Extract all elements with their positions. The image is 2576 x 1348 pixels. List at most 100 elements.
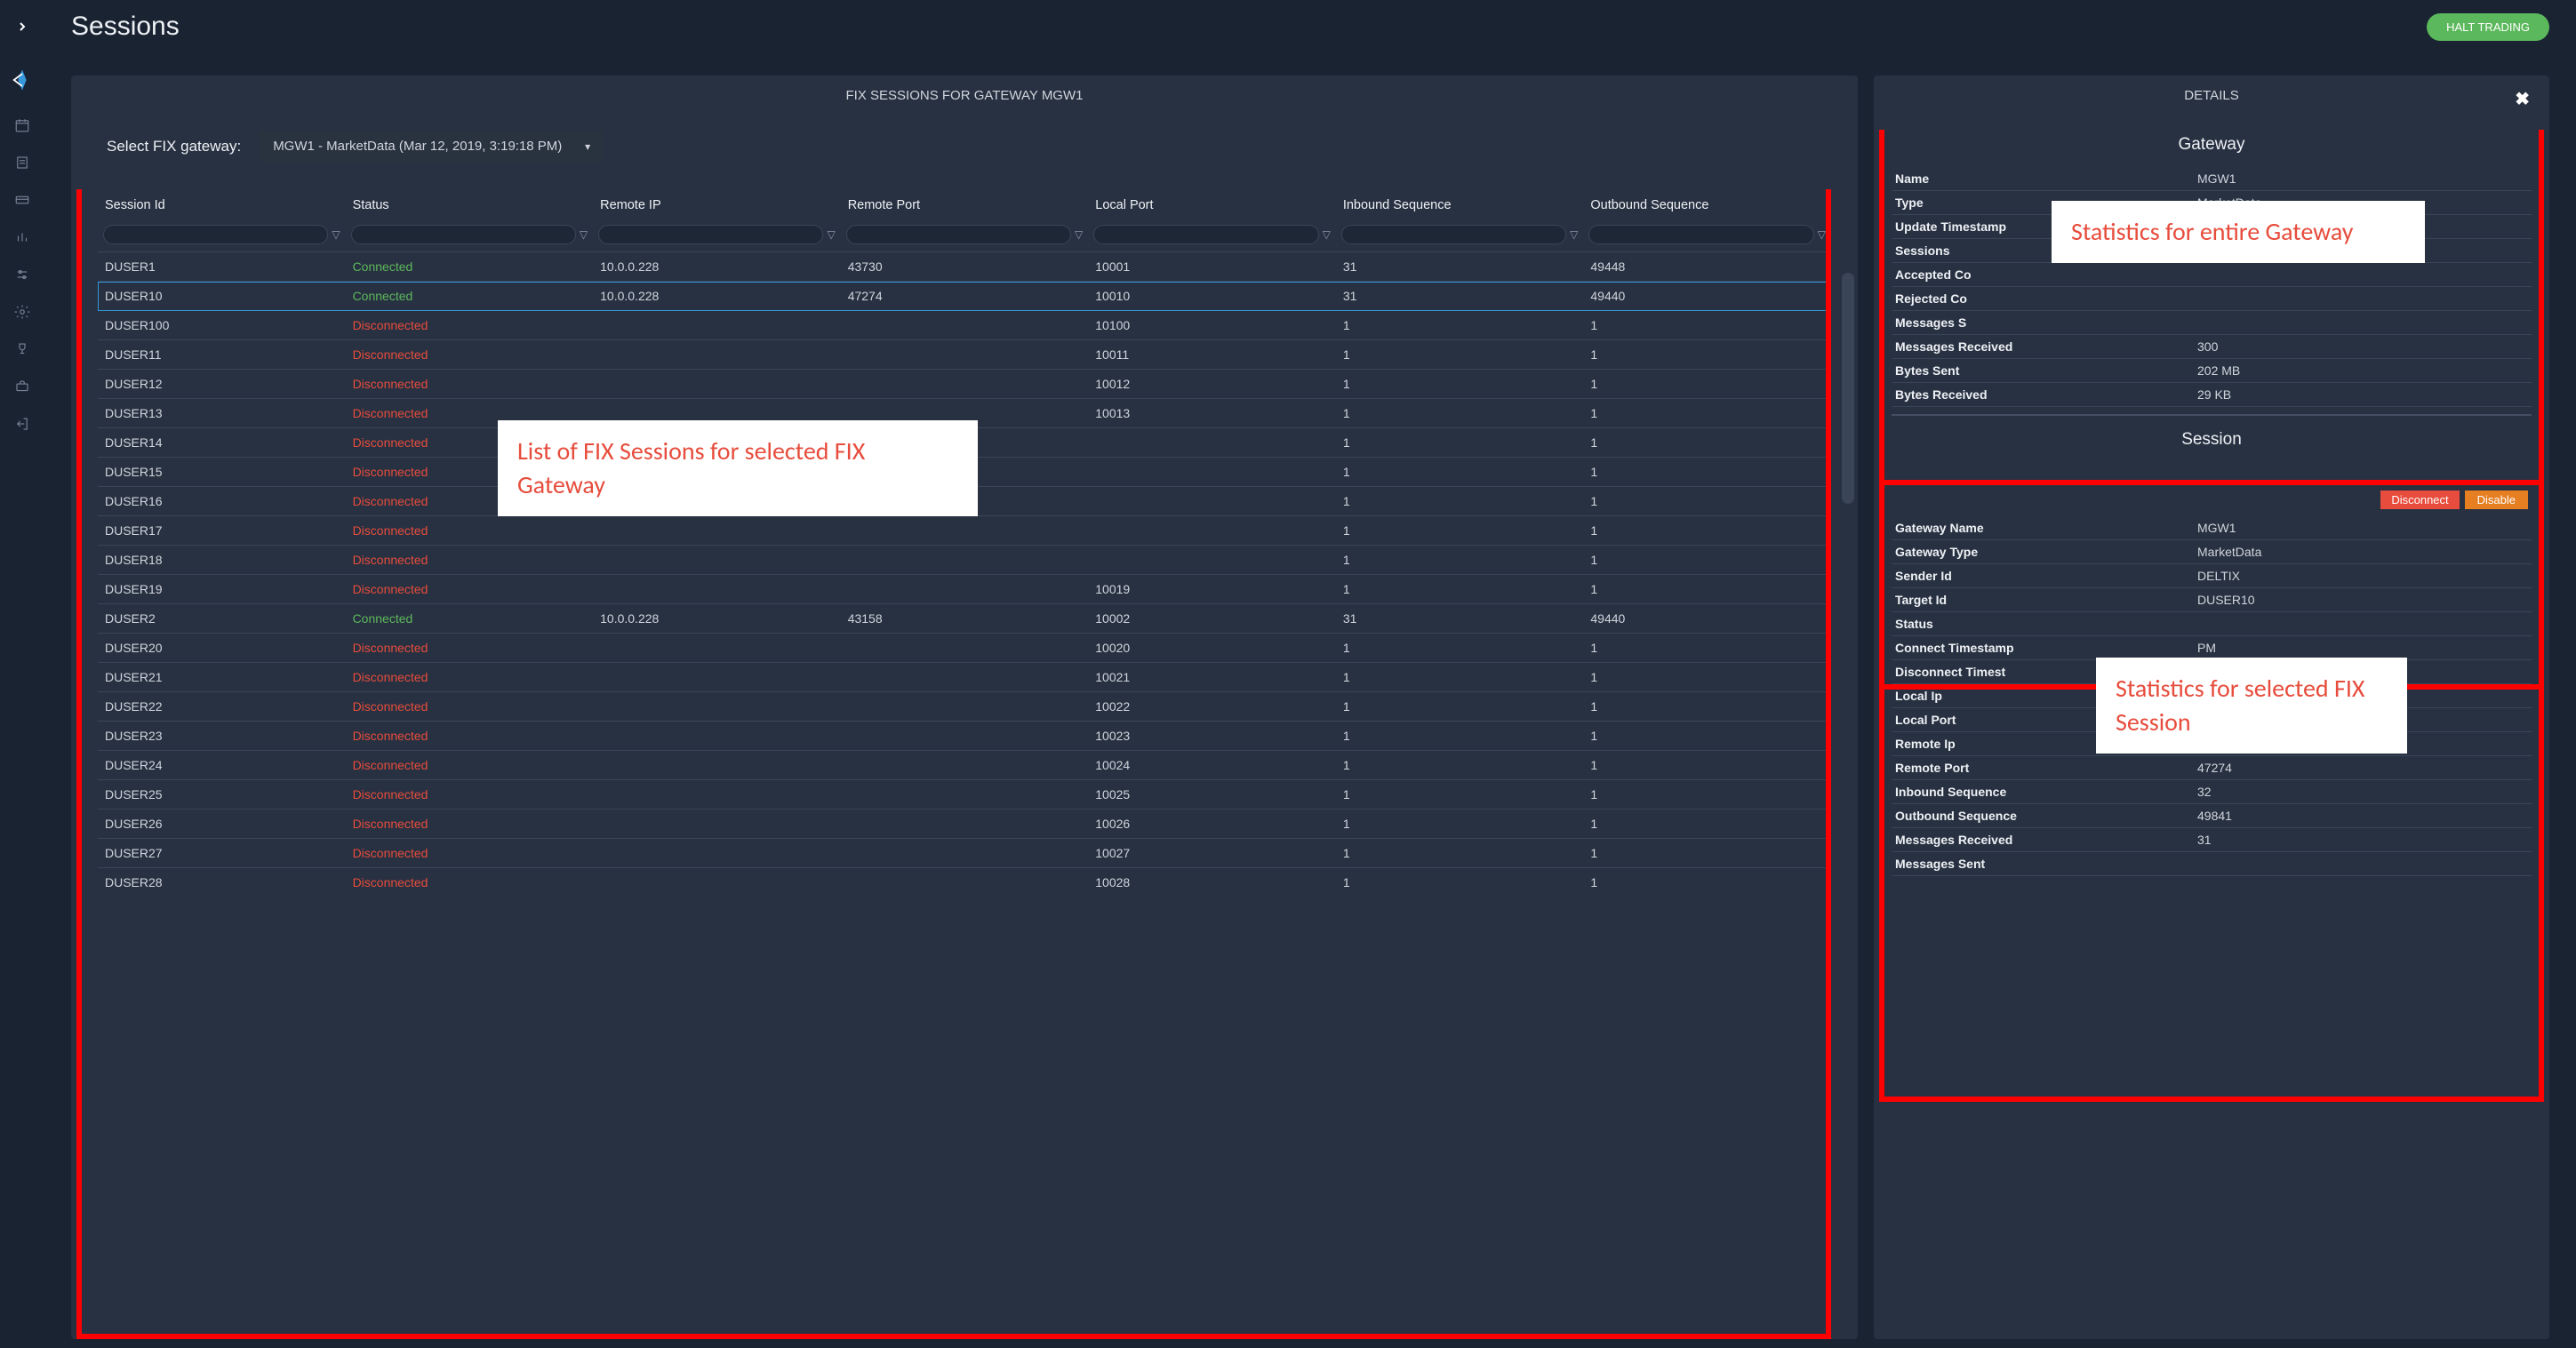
detail-value [2197,617,2528,631]
table-row[interactable]: DUSER24Disconnected1002411 [98,751,1831,780]
filter-icon[interactable]: ▽ [1323,228,1331,241]
table-row[interactable]: DUSER18Disconnected11 [98,546,1831,575]
table-row[interactable]: DUSER25Disconnected1002511 [98,780,1831,810]
table-cell: DUSER22 [98,692,346,722]
detail-key: Messages S [1895,315,2197,330]
table-row[interactable]: DUSER19Disconnected1001911 [98,575,1831,604]
table-cell: 1 [1583,751,1831,780]
filter-icon[interactable]: ▽ [1570,228,1578,241]
table-row[interactable]: DUSER2Connected10.0.0.228431581000231494… [98,604,1831,634]
table-cell: Disconnected [346,839,594,868]
table-row[interactable]: DUSER1Connected10.0.0.228437301000131494… [98,252,1831,282]
table-cell: DUSER17 [98,516,346,546]
table-cell: 43730 [841,252,1089,282]
table-row[interactable]: DUSER26Disconnected1002611 [98,810,1831,839]
filter-icon[interactable]: ▽ [580,228,588,241]
table-cell: DUSER2 [98,604,346,634]
table-cell: DUSER12 [98,370,346,399]
nav-chart-icon[interactable] [0,219,44,256]
table-cell: 10013 [1088,399,1336,428]
table-cell: Disconnected [346,516,594,546]
table-row[interactable]: DUSER17Disconnected11 [98,516,1831,546]
column-header[interactable]: Session Id [98,189,346,221]
column-filter-input[interactable] [1588,225,1813,244]
disable-button[interactable]: Disable [2465,491,2528,509]
detail-row: Gateway TypeMarketData [1892,540,2532,564]
table-cell: 10.0.0.228 [593,282,841,311]
table-cell: Disconnected [346,810,594,839]
detail-key: Target Id [1895,593,2197,607]
detail-row: Messages Sent [1892,852,2532,876]
table-cell: Connected [346,604,594,634]
table-cell: 10021 [1088,663,1336,692]
detail-value: PM [2197,641,2528,655]
table-cell: 31 [1336,252,1584,282]
detail-value: 31 [2197,833,2528,847]
detail-value: DELTIX [2197,569,2528,583]
table-row[interactable]: DUSER10Connected10.0.0.22847274100103149… [98,282,1831,311]
column-filter-input[interactable] [598,225,823,244]
table-row[interactable]: DUSER28Disconnected1002811 [98,868,1831,897]
detail-value [2197,315,2528,330]
table-cell: DUSER1 [98,252,346,282]
filter-icon[interactable]: ▽ [1818,228,1826,241]
filter-icon[interactable]: ▽ [827,228,835,241]
halt-trading-button[interactable]: HALT TRADING [2427,13,2549,41]
table-row[interactable]: DUSER100Disconnected1010011 [98,311,1831,340]
table-scrollbar[interactable] [1842,273,1854,504]
gateway-select[interactable]: MGW1 - MarketData (Mar 12, 2019, 3:19:18… [259,130,603,163]
disconnect-button[interactable]: Disconnect [2380,491,2459,509]
table-cell [593,546,841,575]
table-cell: 10019 [1088,575,1336,604]
detail-value: DUSER10 [2197,593,2528,607]
column-header[interactable]: Outbound Sequence [1583,189,1831,221]
detail-value: 202 MB [2197,363,2528,378]
table-cell: 1 [1583,868,1831,897]
column-header[interactable]: Local Port [1088,189,1336,221]
table-cell: 10024 [1088,751,1336,780]
nav-logout-icon[interactable] [0,405,44,443]
table-cell [593,722,841,751]
table-row[interactable]: DUSER27Disconnected1002711 [98,839,1831,868]
column-filter-input[interactable] [103,225,328,244]
close-icon[interactable]: ✖ [2515,88,2530,110]
nav-card-icon[interactable] [0,181,44,219]
nav-trophy-icon[interactable] [0,331,44,368]
table-row[interactable]: DUSER21Disconnected1002111 [98,663,1831,692]
table-row[interactable]: DUSER22Disconnected1002211 [98,692,1831,722]
table-cell: 1 [1583,399,1831,428]
column-filter-input[interactable] [846,225,1071,244]
table-cell: 10.0.0.228 [593,252,841,282]
nav-briefcase-icon[interactable] [0,368,44,405]
table-row[interactable]: DUSER23Disconnected1002311 [98,722,1831,751]
nav-gear-icon[interactable] [0,293,44,331]
column-filter-input[interactable] [1093,225,1318,244]
table-row[interactable]: DUSER11Disconnected1001111 [98,340,1831,370]
detail-key: Outbound Sequence [1895,809,2197,823]
column-filter-input[interactable] [1341,225,1566,244]
table-cell: 1 [1336,722,1584,751]
table-cell: DUSER24 [98,751,346,780]
sidebar-toggle[interactable] [0,0,44,53]
table-cell: DUSER10 [98,282,346,311]
table-cell [593,663,841,692]
filter-icon[interactable]: ▽ [1075,228,1083,241]
column-filter-input[interactable] [351,225,576,244]
detail-key: Messages Sent [1895,857,2197,871]
column-header[interactable]: Remote IP [593,189,841,221]
table-cell [593,370,841,399]
column-header[interactable]: Inbound Sequence [1336,189,1584,221]
table-cell: Disconnected [346,311,594,340]
column-header[interactable]: Remote Port [841,189,1089,221]
nav-sliders-icon[interactable] [0,256,44,293]
column-header[interactable]: Status [346,189,594,221]
detail-value [2197,267,2528,282]
table-cell: 1 [1336,428,1584,458]
nav-document-icon[interactable] [0,144,44,181]
table-row[interactable]: DUSER20Disconnected1002011 [98,634,1831,663]
table-row[interactable]: DUSER12Disconnected1001211 [98,370,1831,399]
nav-calendar-icon[interactable] [0,107,44,144]
table-cell: 1 [1336,692,1584,722]
table-cell [1088,516,1336,546]
filter-icon[interactable]: ▽ [332,228,340,241]
